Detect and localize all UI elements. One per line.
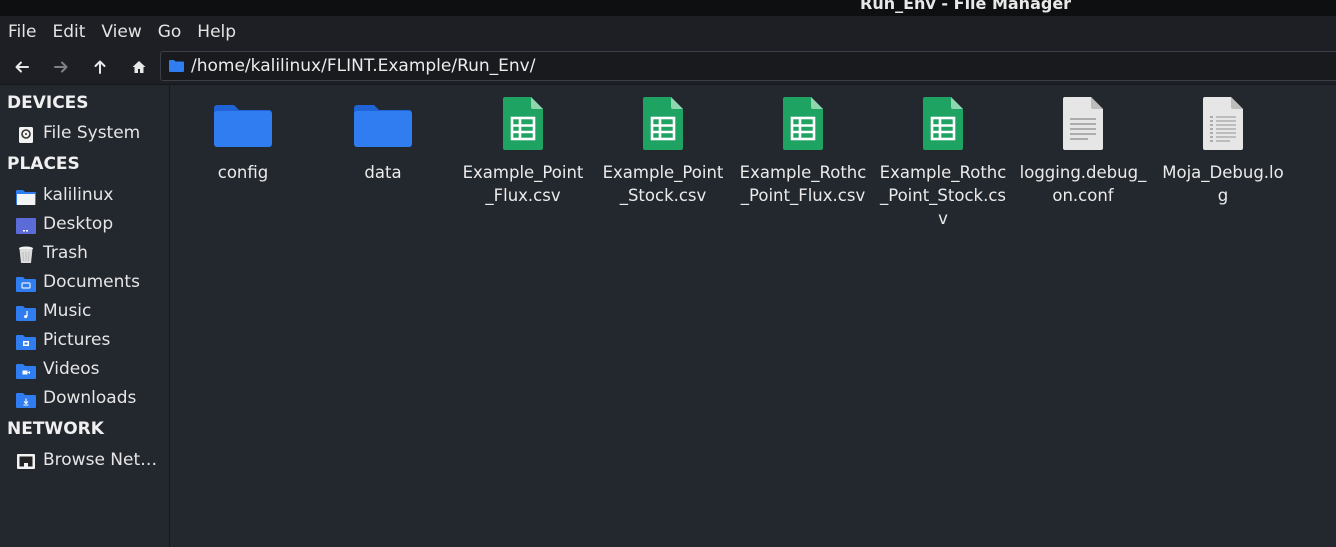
arrow-right-icon [54, 61, 68, 73]
file-name: Example_Point_Stock.csv [602, 163, 724, 205]
sidebar-item-label: Trash [43, 243, 88, 263]
sidebar-item-trash[interactable]: Trash [0, 241, 168, 269]
sidebar-item-kalilinux[interactable]: kalilinux [0, 183, 168, 211]
location-path[interactable]: /home/kalilinux/FLINT.Example/Run_Env/ [191, 56, 535, 76]
file-name: logging.debug_on.conf [1019, 163, 1147, 205]
sidebar-item-file-system[interactable]: File System [0, 121, 168, 149]
sidebar-item-desktop[interactable]: Desktop [0, 212, 168, 240]
location-bar[interactable]: /home/kalilinux/FLINT.Example/Run_Env/ [160, 51, 1336, 81]
documents-folder-icon [16, 277, 36, 292]
log-file-icon [1203, 97, 1243, 150]
title-bar: Run_Env - File Manager [0, 0, 1336, 16]
file-item-example-rothc-point-stock[interactable]: Example_Rothc_Point_Stock.csv [875, 95, 1011, 230]
sidebar-item-videos[interactable]: Videos [0, 357, 168, 385]
file-item-example-point-stock[interactable]: Example_Point_Stock.csv [595, 95, 731, 207]
sidebar-item-label: Music [43, 301, 92, 321]
menu-edit[interactable]: Edit [44, 16, 93, 49]
places-heading: PLACES [7, 154, 80, 174]
file-name: Example_Rothc_Point_Flux.csv [739, 163, 867, 205]
file-manager-window: Run_Env - File Manager File Edit View Go… [0, 0, 1336, 547]
network-icon [17, 454, 35, 469]
home-folder-icon [16, 190, 36, 205]
sidebar-item-label: Browse Net… [43, 450, 158, 470]
file-item-example-point-flux[interactable]: Example_Point_Flux.csv [455, 95, 591, 207]
folder-icon [214, 105, 272, 147]
spreadsheet-icon [783, 97, 823, 150]
desktop-icon [16, 218, 36, 234]
sidebar-item-label: Documents [43, 272, 140, 292]
trash-icon [19, 246, 33, 263]
pictures-folder-icon [16, 335, 36, 350]
arrow-left-icon [15, 61, 29, 73]
sidebar-item-label: Pictures [43, 330, 111, 350]
file-item-config[interactable]: config [175, 95, 311, 184]
file-view: config data Example_Point_Flux.csv Examp… [170, 85, 1336, 547]
menu-go[interactable]: Go [150, 16, 190, 49]
hard-drive-icon [19, 127, 33, 143]
sidebar-item-music[interactable]: Music [0, 299, 168, 327]
sidebar-item-label: kalilinux [43, 185, 114, 205]
text-file-icon [1063, 97, 1103, 150]
sidebar-item-label: Videos [43, 359, 100, 379]
folder-icon [169, 60, 184, 72]
sidebar-item-documents[interactable]: Documents [0, 270, 168, 298]
devices-heading: DEVICES [7, 93, 89, 113]
sidebar-item-label: Desktop [43, 214, 114, 234]
toolbar: /home/kalilinux/FLINT.Example/Run_Env/ [0, 49, 1336, 85]
file-name: Moja_Debug.log [1162, 163, 1284, 205]
sidebar-item-label: Downloads [43, 388, 137, 408]
sidebar: DEVICES File System PLACES kalilinux Des… [0, 85, 170, 547]
sidebar-item-browse-network[interactable]: Browse Net… [0, 448, 168, 476]
network-heading: NETWORK [7, 419, 104, 439]
file-name: Example_Point_Flux.csv [462, 163, 584, 205]
file-name: data [364, 163, 402, 182]
sidebar-item-downloads[interactable]: Downloads [0, 386, 168, 414]
forward-button[interactable] [48, 54, 74, 80]
window-title: Run_Env - File Manager [860, 0, 1072, 13]
folder-icon [354, 105, 412, 147]
home-icon [132, 61, 146, 73]
menu-view[interactable]: View [93, 16, 149, 49]
menu-help[interactable]: Help [189, 16, 244, 49]
home-button[interactable] [126, 54, 152, 80]
spreadsheet-icon [503, 97, 543, 150]
music-folder-icon [16, 306, 36, 321]
file-item-moja-debug-log[interactable]: Moja_Debug.log [1155, 95, 1291, 207]
spreadsheet-icon [923, 97, 963, 150]
sidebar-item-pictures[interactable]: Pictures [0, 328, 168, 356]
file-item-data[interactable]: data [315, 95, 451, 184]
videos-folder-icon [16, 364, 36, 379]
sidebar-item-label: File System [43, 123, 141, 143]
menu-file[interactable]: File [0, 16, 44, 49]
menu-bar: File Edit View Go Help [0, 16, 1336, 49]
file-item-logging-debug-on-conf[interactable]: logging.debug_on.conf [1015, 95, 1151, 207]
downloads-folder-icon [16, 393, 36, 408]
back-button[interactable] [9, 54, 35, 80]
arrow-up-icon [94, 60, 106, 74]
file-item-example-rothc-point-flux[interactable]: Example_Rothc_Point_Flux.csv [735, 95, 871, 207]
file-name: config [217, 163, 269, 182]
spreadsheet-icon [643, 97, 683, 150]
up-button[interactable] [87, 54, 113, 80]
file-name: Example_Rothc_Point_Stock.csv [879, 163, 1007, 228]
